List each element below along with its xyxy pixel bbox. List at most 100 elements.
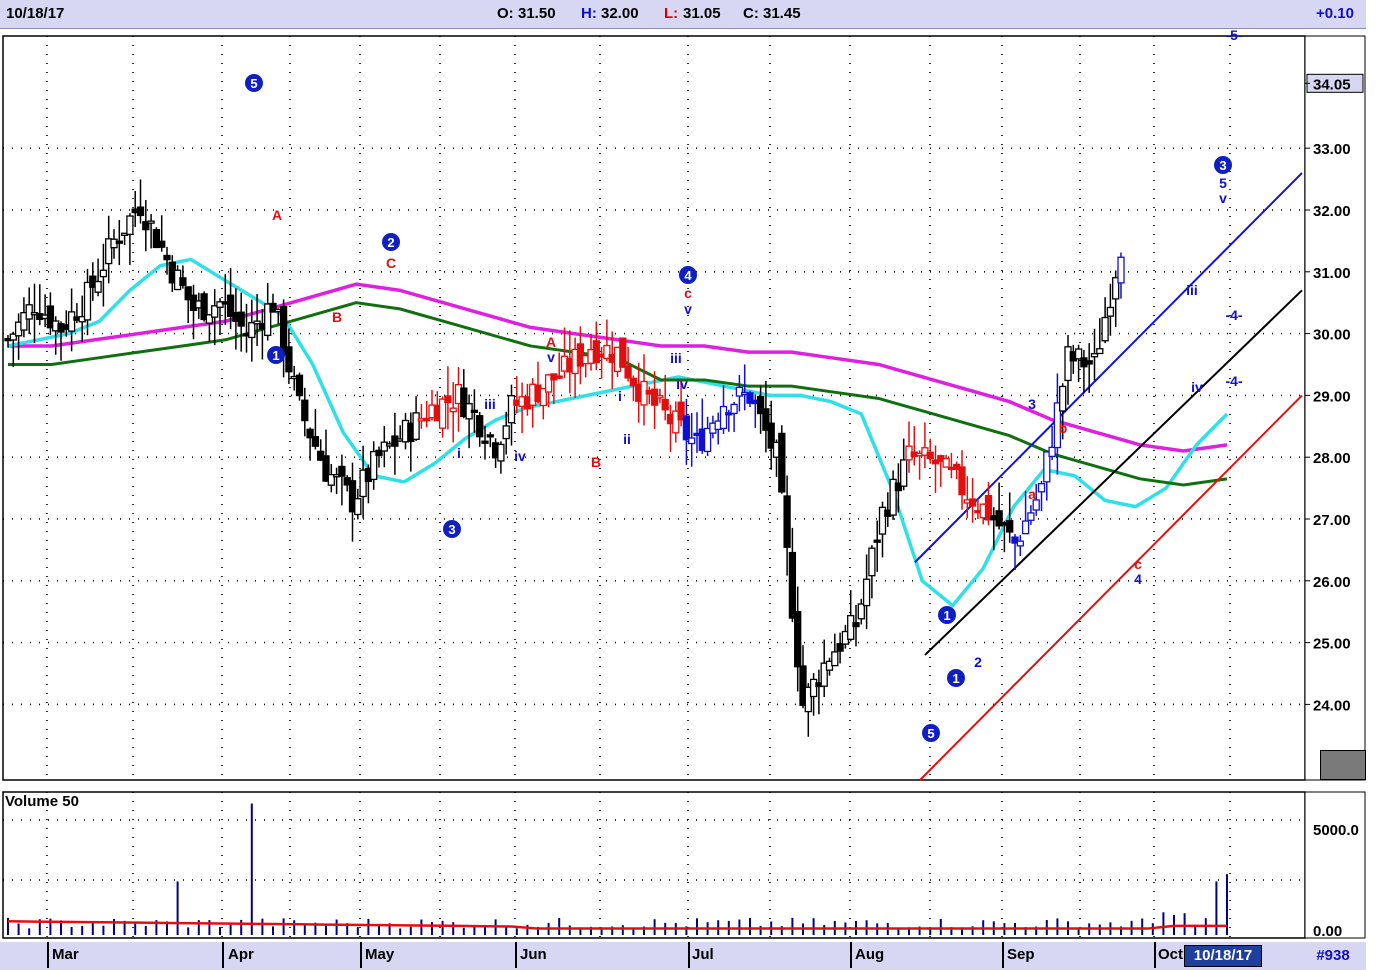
candle-body bbox=[831, 651, 839, 667]
wave-circle-label: 1 bbox=[943, 608, 950, 623]
price-tick-label: 24.00 bbox=[1313, 697, 1351, 714]
candle-body bbox=[555, 375, 563, 379]
candle-body bbox=[661, 398, 669, 411]
candle-body bbox=[783, 495, 791, 548]
candle-body bbox=[248, 322, 256, 339]
candle-body bbox=[163, 254, 171, 261]
wave-label: iii bbox=[484, 396, 496, 412]
candle-body bbox=[873, 539, 881, 543]
candle-body bbox=[836, 643, 844, 652]
month-tick bbox=[1002, 942, 1004, 968]
candle-body bbox=[423, 417, 431, 422]
chart-settings-icon[interactable] bbox=[1320, 750, 1366, 780]
month-tick bbox=[47, 942, 49, 968]
candles bbox=[4, 179, 1125, 737]
candle-body bbox=[1006, 520, 1014, 533]
candle-body bbox=[592, 340, 600, 364]
trend-channels bbox=[914, 172, 1303, 781]
candle-body bbox=[338, 465, 346, 477]
month-jun: Jun bbox=[520, 946, 547, 963]
candle-body bbox=[868, 547, 876, 577]
middle-channel-line bbox=[924, 289, 1303, 656]
volume-ma-line bbox=[7, 920, 1227, 930]
candle-body bbox=[67, 311, 76, 332]
volume-bars bbox=[7, 803, 1228, 935]
wave-label: iv bbox=[514, 448, 526, 464]
wave-label: i bbox=[618, 388, 622, 404]
wave-label: iv bbox=[676, 376, 688, 392]
month-sep: Sep bbox=[1007, 946, 1035, 963]
candle-body bbox=[354, 498, 362, 516]
candle-body bbox=[1096, 348, 1104, 355]
candle-body bbox=[900, 459, 908, 487]
candle-body bbox=[444, 395, 452, 404]
candle-body bbox=[1016, 540, 1024, 547]
candle-body bbox=[619, 337, 627, 368]
volume-label: Volume 50 bbox=[5, 793, 79, 810]
wave-circle-label: 1 bbox=[272, 348, 279, 363]
wave-label: A bbox=[546, 334, 556, 350]
volume-panel-frame bbox=[2, 791, 1306, 939]
volume-axis-frame bbox=[1304, 791, 1366, 939]
wave-label: v bbox=[547, 349, 555, 365]
wave-label: B bbox=[591, 454, 601, 470]
candle-body bbox=[862, 578, 871, 607]
wave-label: 2 bbox=[974, 654, 982, 670]
candle-body bbox=[502, 425, 510, 440]
candle-body bbox=[788, 551, 797, 619]
lower-channel-line bbox=[919, 394, 1303, 781]
candle-body bbox=[115, 240, 123, 244]
wave-label: A bbox=[272, 207, 282, 223]
candle-body bbox=[688, 437, 696, 445]
price-tick-label: 26.00 bbox=[1313, 574, 1351, 591]
wave-label: c bbox=[1134, 556, 1142, 572]
candle-body bbox=[158, 240, 166, 248]
candle-body bbox=[968, 498, 977, 507]
candle-body bbox=[126, 215, 134, 236]
wave-label: c bbox=[684, 285, 692, 301]
candle-body bbox=[301, 399, 309, 422]
candle-body bbox=[809, 678, 818, 698]
month-tick bbox=[1154, 942, 1156, 968]
wave-label: v bbox=[684, 301, 692, 317]
candle-body bbox=[497, 443, 505, 462]
wave-label: -4- bbox=[1225, 373, 1242, 389]
month-apr: Apr bbox=[228, 946, 254, 963]
wave-label: iii bbox=[670, 350, 682, 366]
wave-label: 3 bbox=[1028, 396, 1036, 412]
candle-body bbox=[136, 206, 145, 217]
candle-body bbox=[847, 614, 855, 640]
candle-body bbox=[179, 277, 187, 286]
wave-circle-label: 4 bbox=[684, 268, 692, 283]
wave-label: i bbox=[457, 445, 461, 461]
candle-body bbox=[942, 457, 950, 468]
candle-body bbox=[438, 398, 447, 429]
candle-body bbox=[926, 451, 934, 460]
candle-body bbox=[237, 311, 245, 327]
price-tick-label: 33.00 bbox=[1313, 141, 1351, 158]
price-tick-label: 34.05 bbox=[1313, 76, 1351, 93]
price-tick-label: 30.00 bbox=[1313, 327, 1351, 344]
candle-body bbox=[730, 403, 738, 415]
candle-body bbox=[656, 395, 664, 399]
candle-body bbox=[285, 346, 293, 373]
wave-label: B bbox=[332, 309, 342, 325]
candle-body bbox=[1101, 316, 1109, 342]
wave-circle-label: 2 bbox=[387, 235, 394, 250]
wave-circle-label: 5 bbox=[250, 76, 257, 91]
month-oct: Oct bbox=[1158, 946, 1184, 963]
candle-body bbox=[852, 622, 860, 628]
candle-body bbox=[83, 281, 92, 321]
candle-body bbox=[311, 436, 320, 447]
volume-tick-label: 5000.0 bbox=[1313, 822, 1359, 839]
wave-label: v bbox=[1219, 190, 1227, 206]
current-date-box: 10/18/17 bbox=[1184, 945, 1262, 967]
candle-body bbox=[1037, 483, 1046, 493]
month-mar: Mar bbox=[52, 946, 79, 963]
candle-body bbox=[794, 610, 802, 668]
wave-label: ii bbox=[623, 431, 631, 447]
wave-circle-label: 1 bbox=[952, 671, 959, 686]
candle-body bbox=[481, 440, 489, 444]
candle-body bbox=[1085, 360, 1093, 365]
month-may: May bbox=[365, 946, 395, 963]
